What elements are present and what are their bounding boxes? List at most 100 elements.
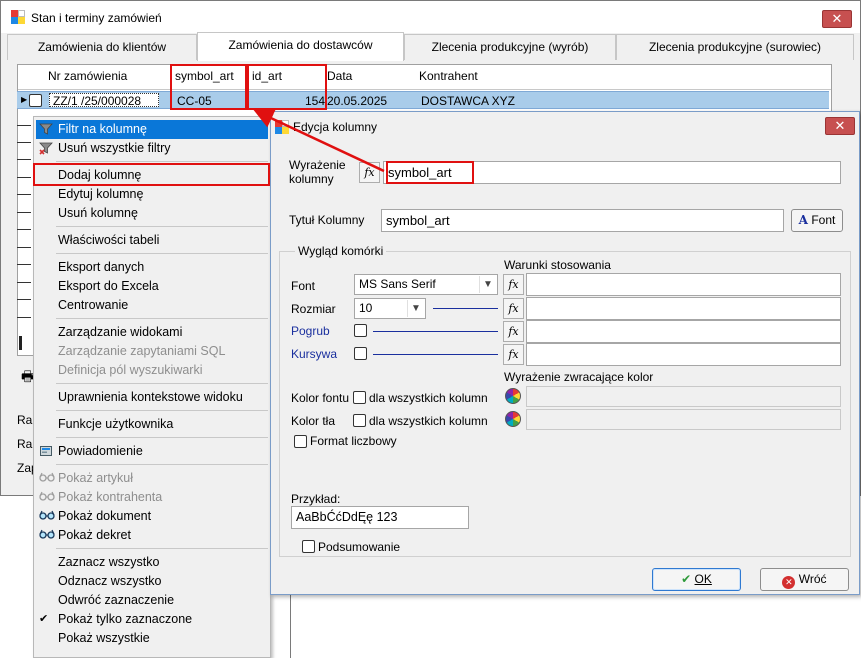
- size-select[interactable]: 10 ▼: [354, 298, 426, 319]
- font-color-all-columns-checkbox[interactable]: [353, 391, 366, 404]
- menu-item-edytuj-kolumne[interactable]: Edytuj kolumnę: [36, 185, 268, 204]
- italic-condition-input[interactable]: [526, 343, 841, 366]
- funnel-icon: [39, 122, 55, 137]
- menu-item-odwroc-zaznaczenie[interactable]: Odwróć zaznaczenie: [36, 591, 268, 610]
- column-header-data[interactable]: Data: [327, 69, 352, 83]
- summary-checkbox[interactable]: [302, 540, 315, 553]
- highlight-id-art-column: [247, 64, 327, 110]
- menu-item-pokaz-dekret[interactable]: Pokaż dekret: [36, 526, 268, 545]
- glasses-icon: [39, 471, 55, 486]
- tab-zamowienia-klientow[interactable]: Zamówienia do klientów: [7, 34, 197, 60]
- size-condition-input[interactable]: [526, 297, 841, 320]
- close-button[interactable]: ✕: [822, 10, 852, 28]
- bg-color-all-columns-label: dla wszystkich kolumn: [369, 414, 488, 428]
- menu-item-pokaz-tylko-zaznaczone[interactable]: ✔ Pokaż tylko zaznaczone: [36, 610, 268, 629]
- column-header-kontrahent[interactable]: Kontrahent: [419, 69, 478, 83]
- cell-nr[interactable]: ZZ/1 /25/000028: [49, 93, 159, 108]
- bold-condition-fx-button[interactable]: fx: [503, 321, 524, 342]
- main-titlebar: Stan i terminy zamówień ✕: [1, 1, 860, 33]
- menu-item-zaznacz-wszystko[interactable]: Zaznacz wszystko: [36, 553, 268, 572]
- window-title: Stan i terminy zamówień: [31, 11, 162, 25]
- check-icon: ✔: [39, 613, 49, 625]
- tab-zlecenia-wyrob[interactable]: Zlecenia produkcyjne (wyrób): [404, 34, 616, 60]
- menu-item-pokaz-wszystkie[interactable]: Pokaż wszystkie: [36, 629, 268, 648]
- ok-button[interactable]: ✔ OK: [652, 568, 741, 591]
- column-title-input[interactable]: symbol_art: [381, 209, 784, 232]
- font-label: Font: [291, 279, 316, 293]
- bg-color-label: Kolor tła: [291, 414, 336, 428]
- glasses-icon: [39, 509, 55, 524]
- menu-item-funkcje-uzytkownika[interactable]: Funkcje użytkownika: [36, 415, 268, 434]
- highlight-symbol-art-column: [170, 64, 247, 110]
- chevron-down-icon: ▼: [407, 300, 424, 317]
- dialog-titlebar: Edycja kolumny ✕: [271, 112, 859, 140]
- menu-item-eksport-do-excela[interactable]: Eksport do Excela: [36, 277, 268, 296]
- menu-item-pokaz-kontrahenta[interactable]: Pokaż kontrahenta: [36, 488, 268, 507]
- color-wheel-icon[interactable]: [505, 388, 521, 404]
- italic-condition-fx-button[interactable]: fx: [503, 344, 524, 365]
- menu-item-zarzadzanie-zapytaniami-sql[interactable]: Zarządzanie zapytaniami SQL: [36, 342, 268, 361]
- table-row[interactable]: ▶ ZZ/1 /25/000028 CC-05 154 20.05.2025 D…: [17, 91, 829, 109]
- bg-color-expression-input[interactable]: [526, 409, 841, 430]
- bold-label: Pogrub: [291, 324, 330, 338]
- bold-condition-input[interactable]: [526, 320, 841, 343]
- menu-item-centrowanie[interactable]: Centrowanie: [36, 296, 268, 315]
- cancel-icon: ✕: [782, 576, 796, 589]
- column-header-nr[interactable]: Nr zamówienia: [48, 69, 127, 83]
- expression-label: Wyrażenie kolumny: [289, 158, 346, 186]
- font-condition-fx-button[interactable]: fx: [503, 274, 524, 295]
- font-color-label: Kolor fontu: [291, 391, 350, 405]
- tab-zamowienia-dostawcow[interactable]: Zamówienia do dostawców: [197, 32, 404, 61]
- menu-item-usun-wszystkie-filtry[interactable]: Usuń wszystkie filtry: [36, 139, 268, 158]
- menu-item-wlasciwosci-tabeli[interactable]: Właściwości tabeli: [36, 231, 268, 250]
- number-format-label: Format liczbowy: [310, 434, 397, 448]
- row-pointer-icon: ▶: [21, 95, 28, 104]
- check-icon: ✔: [681, 572, 692, 586]
- menu-item-uprawnienia-kontekstowe[interactable]: Uprawnienia kontekstowe widoku: [36, 388, 268, 407]
- menu-item-eksport-danych[interactable]: Eksport danych: [36, 258, 268, 277]
- side-label-ra-1: Ra: [17, 413, 33, 427]
- side-label-ra-2: Ra: [17, 437, 33, 451]
- menu-item-filtr-na-kolumne[interactable]: Filtr na kolumnę: [36, 120, 268, 139]
- glasses-icon: [39, 490, 55, 505]
- italic-checkbox[interactable]: [354, 347, 367, 360]
- menu-item-pokaz-artykul[interactable]: Pokaż artykuł: [36, 469, 268, 488]
- summary-label: Podsumowanie: [318, 540, 401, 554]
- menu-item-usun-kolumne[interactable]: Usuń kolumnę: [36, 204, 268, 223]
- color-wheel-icon[interactable]: [505, 411, 521, 427]
- dialog-title: Edycja kolumny: [293, 120, 378, 134]
- font-button[interactable]: A Font: [791, 209, 843, 232]
- bold-checkbox[interactable]: [354, 324, 367, 337]
- number-format-checkbox[interactable]: [294, 435, 307, 448]
- expression-fx-button[interactable]: fx: [359, 162, 380, 183]
- dialog-close-button[interactable]: ✕: [825, 117, 855, 135]
- cell-data[interactable]: 20.05.2025: [327, 94, 387, 108]
- menu-item-odznacz-wszystko[interactable]: Odznacz wszystko: [36, 572, 268, 591]
- tab-zlecenia-surowiec[interactable]: Zlecenia produkcyjne (surowiec): [616, 34, 854, 60]
- row-checkbox[interactable]: [29, 94, 42, 107]
- app-logo-icon: [11, 10, 25, 24]
- font-select[interactable]: MS Sans Serif ▼: [354, 274, 498, 295]
- dialog-logo-icon: [275, 120, 289, 134]
- bg-color-all-columns-checkbox[interactable]: [353, 414, 366, 427]
- cell-kontrahent[interactable]: DOSTAWCA XYZ: [421, 94, 515, 108]
- font-color-expression-input[interactable]: [526, 386, 841, 407]
- size-label: Rozmiar: [291, 302, 336, 316]
- menu-item-definicja-pol-wyszukiwarki[interactable]: Definicja pól wyszukiwarki: [36, 361, 268, 380]
- example-preview: AaBbĆćDdĘę 123: [291, 506, 469, 529]
- context-menu: Filtr na kolumnę Usuń wszystkie filtry D…: [33, 116, 271, 658]
- menu-item-powiadomienie[interactable]: Powiadomienie: [36, 442, 268, 461]
- font-icon: A: [798, 213, 808, 227]
- chevron-down-icon: ▼: [479, 276, 496, 293]
- cancel-button[interactable]: ✕ Wróć: [760, 568, 849, 591]
- size-condition-fx-button[interactable]: fx: [503, 298, 524, 319]
- font-condition-input[interactable]: [526, 273, 841, 296]
- funnel-remove-icon: [39, 141, 55, 156]
- edit-column-dialog: Edycja kolumny ✕ Wyrażenie kolumny fx sy…: [270, 111, 860, 595]
- tab-bar: Zamówienia do klientów Zamówienia do dos…: [7, 32, 857, 61]
- font-color-all-columns-label: dla wszystkich kolumn: [369, 391, 488, 405]
- cell-appearance-label: Wygląd komórki: [295, 244, 387, 258]
- conditions-label: Warunki stosowania: [504, 258, 611, 272]
- menu-item-zarzadzanie-widokami[interactable]: Zarządzanie widokami: [36, 323, 268, 342]
- menu-item-pokaz-dokument[interactable]: Pokaż dokument: [36, 507, 268, 526]
